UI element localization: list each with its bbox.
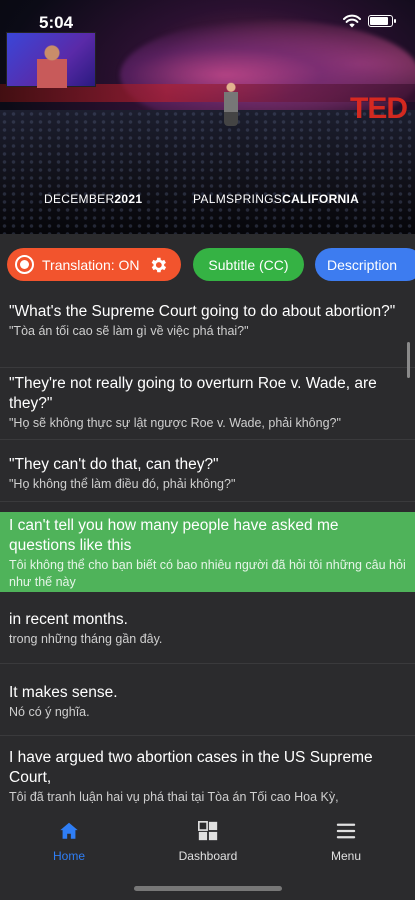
gear-icon[interactable] xyxy=(148,255,168,275)
battery-icon xyxy=(368,15,396,27)
transcript-english: I have argued two abortion cases in the … xyxy=(9,749,373,786)
tab-dashboard[interactable]: Dashboard xyxy=(158,820,258,863)
transcript-english: It makes sense. xyxy=(9,684,118,701)
transcript-line[interactable]: "What's the Supreme Court going to do ab… xyxy=(0,292,415,368)
transcript-line[interactable]: "They can't do that, can they?" "Họ khôn… xyxy=(0,440,415,502)
status-time: 5:04 xyxy=(39,13,74,32)
transcript-line-active[interactable]: I can't tell you how many people have as… xyxy=(0,512,415,592)
wifi-icon xyxy=(343,14,361,28)
transcript-english: "What's the Supreme Court going to do ab… xyxy=(9,303,396,320)
ted-logo: TED xyxy=(350,92,408,125)
transcript-line[interactable]: I have argued two abortion cases in the … xyxy=(0,736,415,806)
transcript-vietnamese: "Tòa án tối cao sẽ làm gì về việc phá th… xyxy=(9,324,249,338)
transcript-line[interactable]: It makes sense. Nó có ý nghĩa. xyxy=(0,664,415,736)
event-location: PALMSPRINGSCALIFORNIA xyxy=(193,192,360,206)
home-icon xyxy=(60,822,78,839)
speaker-on-stage xyxy=(224,82,238,126)
tab-menu-label: Menu xyxy=(330,849,362,863)
transcript-english: "They're not really going to overturn Ro… xyxy=(9,375,377,412)
speaker-screen xyxy=(6,32,96,88)
status-icons xyxy=(343,14,396,28)
menu-icon xyxy=(336,823,356,839)
description-button[interactable]: Description xyxy=(315,248,415,281)
transcript-vietnamese: "Họ không thể làm điều đó, phải không?" xyxy=(9,477,236,491)
control-buttons: Translation: ON Subtitle (CC) Descriptio… xyxy=(0,248,415,282)
transcript-english: "They can't do that, can they?" xyxy=(9,456,219,473)
transcript-english: in recent months. xyxy=(9,611,128,628)
video-player[interactable]: TED DECEMBER2021 PALMSPRINGSCALIFORNIA 5… xyxy=(0,0,415,234)
speaker-on-screen xyxy=(37,43,67,88)
transcript-vietnamese: Tôi đã tranh luận hai vụ phá thai tại Tò… xyxy=(9,790,339,804)
transcript-list[interactable]: "What's the Supreme Court going to do ab… xyxy=(0,292,415,806)
home-indicator xyxy=(134,886,282,891)
audience xyxy=(0,110,415,234)
dashboard-icon xyxy=(198,821,218,841)
tab-menu[interactable]: Menu xyxy=(296,820,396,863)
transcript-vietnamese: "Họ sẽ không thực sự lật ngược Roe v. Wa… xyxy=(9,416,341,430)
transcript-english: I can't tell you how many people have as… xyxy=(9,517,339,554)
translation-label: Translation: ON xyxy=(42,256,140,273)
translation-toggle-button[interactable]: Translation: ON xyxy=(7,248,181,281)
subtitle-button[interactable]: Subtitle (CC) xyxy=(193,248,304,281)
transcript-vietnamese: Tôi không thể cho bạn biết có bao nhiêu … xyxy=(9,558,406,589)
transcript-line[interactable]: in recent months. trong những tháng gần … xyxy=(0,592,415,664)
tab-home[interactable]: Home xyxy=(19,820,119,863)
tab-home-label: Home xyxy=(52,849,85,863)
event-date: DECEMBER2021 xyxy=(44,192,143,206)
scrollbar[interactable] xyxy=(407,342,410,378)
transcript-vietnamese: Nó có ý nghĩa. xyxy=(9,705,90,719)
record-icon xyxy=(15,255,34,274)
transcript-line[interactable]: "They're not really going to overturn Ro… xyxy=(0,368,415,440)
tab-dashboard-label: Dashboard xyxy=(178,849,238,863)
transcript-vietnamese: trong những tháng gần đây. xyxy=(9,632,163,646)
